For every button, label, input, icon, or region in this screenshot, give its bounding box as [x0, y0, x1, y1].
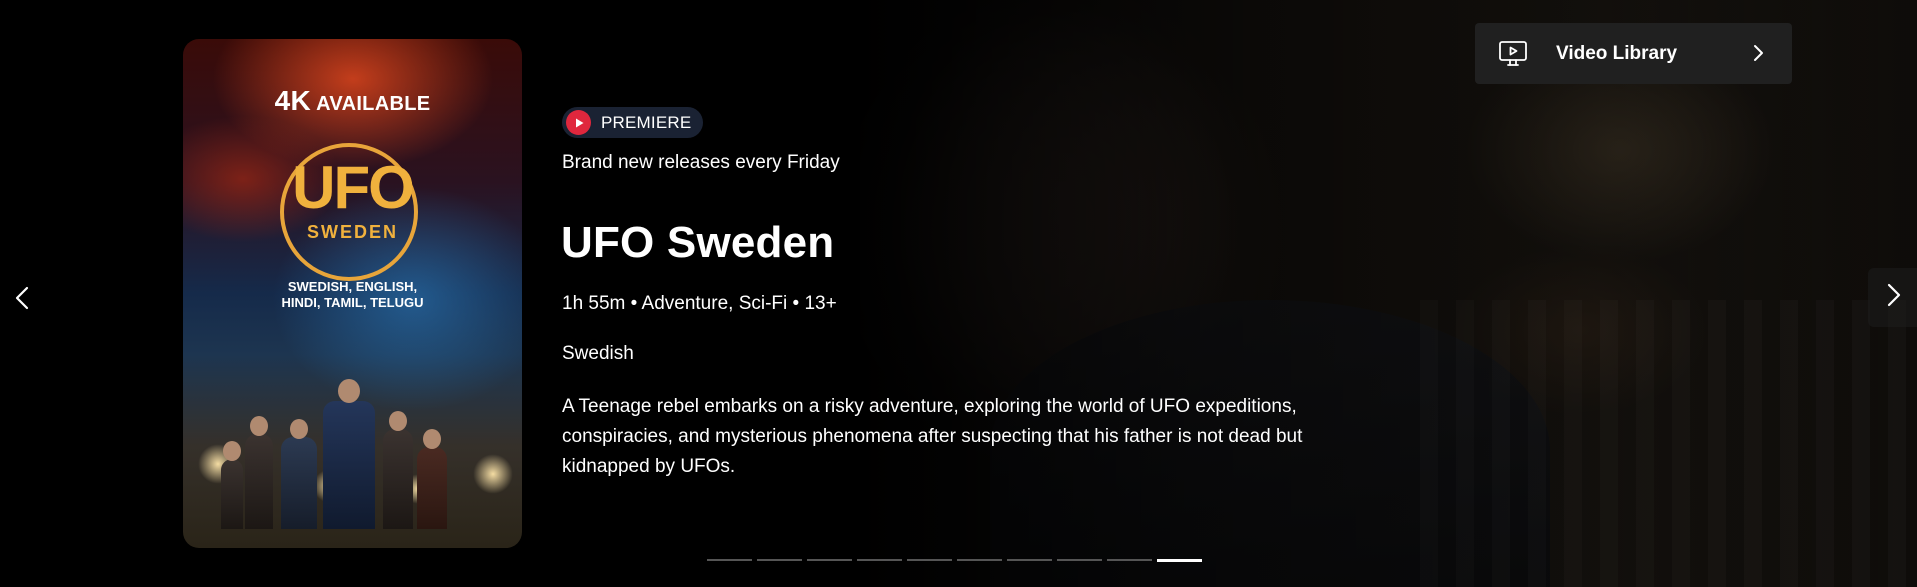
chevron-left-icon	[10, 286, 34, 317]
poster-light-glow	[473, 454, 513, 494]
carousel-prev-button[interactable]	[10, 283, 34, 313]
video-library-label: Video Library	[1556, 42, 1678, 64]
carousel-next-button[interactable]	[1868, 268, 1917, 327]
carousel-dot[interactable]	[1107, 559, 1152, 561]
poster-languages-line: HINDI, TAMIL, TELUGU	[281, 295, 424, 310]
poster-person	[417, 429, 447, 529]
movie-language: Swedish	[562, 343, 634, 364]
poster-logo-title: UFO	[292, 154, 415, 221]
movie-poster[interactable]: 4K AVAILABLE UFO SWEDEN SWEDISH, ENGLISH…	[183, 39, 522, 548]
carousel-dot[interactable]	[757, 559, 802, 561]
movie-title: UFO Sweden	[561, 218, 835, 267]
poster-person	[323, 379, 375, 529]
poster-languages-line: SWEDISH, ENGLISH,	[287, 279, 418, 294]
poster-person	[221, 441, 243, 529]
chevron-right-icon	[1746, 41, 1770, 65]
poster-logo-subtitle: SWEDEN	[306, 222, 398, 242]
poster-person	[281, 419, 317, 529]
poster-4k-label: 4K	[274, 85, 312, 116]
premiere-badge-label: PREMIERE	[601, 112, 692, 132]
chevron-right-icon	[1881, 280, 1905, 315]
premiere-badge: PREMIERE	[562, 107, 704, 138]
poster-available-label: AVAILABLE	[316, 93, 431, 115]
poster-languages: SWEDISH, ENGLISH, HINDI, TAMIL, TELUGU	[183, 279, 522, 311]
carousel-dot[interactable]	[707, 559, 752, 561]
video-library-button[interactable]: Video Library	[1475, 23, 1792, 84]
poster-4k-badge: 4K AVAILABLE	[183, 85, 522, 117]
movie-description: A Teenage rebel embarks on a risky adven…	[562, 396, 1303, 477]
poster-cast-illustration	[198, 349, 513, 529]
carousel-dot[interactable]	[907, 559, 952, 561]
play-icon	[566, 110, 591, 135]
carousel-pagination	[707, 558, 1202, 562]
movie-metadata: 1h 55m • Adventure, Sci-Fi • 13+	[562, 293, 837, 314]
carousel-dot[interactable]	[1057, 559, 1102, 561]
poster-person	[383, 411, 413, 529]
monitor-play-icon	[1497, 38, 1529, 70]
carousel-dot[interactable]	[1007, 559, 1052, 561]
carousel-dot[interactable]	[1157, 558, 1202, 562]
carousel-dot[interactable]	[807, 559, 852, 561]
carousel-dot[interactable]	[857, 559, 902, 561]
release-schedule-text: Brand new releases every Friday	[562, 152, 840, 173]
poster-person	[245, 416, 273, 529]
carousel-dot[interactable]	[957, 559, 1002, 561]
